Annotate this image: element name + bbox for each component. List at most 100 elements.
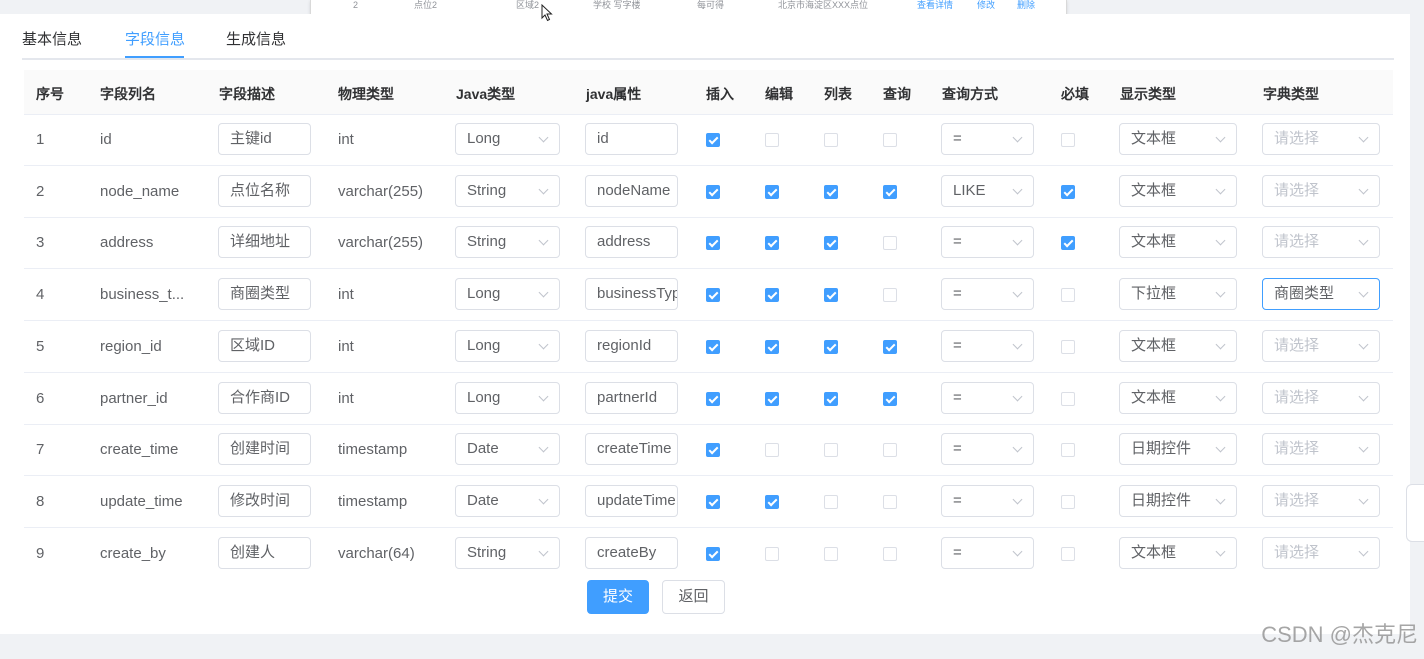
java-property-input[interactable]: regionId bbox=[585, 330, 678, 362]
insert-checkbox[interactable] bbox=[706, 392, 720, 406]
query-checkbox[interactable] bbox=[883, 392, 897, 406]
display-type-select[interactable]: 文本框 bbox=[1119, 330, 1237, 362]
field-description-input[interactable]: 主键id bbox=[218, 123, 311, 155]
display-type-select[interactable]: 文本框 bbox=[1119, 226, 1237, 258]
dict-type-select[interactable]: 请选择 bbox=[1262, 485, 1380, 517]
field-description-input[interactable]: 创建人 bbox=[218, 537, 311, 569]
java-type-select[interactable]: Long bbox=[455, 330, 560, 362]
query-checkbox[interactable] bbox=[883, 495, 897, 509]
required-checkbox[interactable] bbox=[1061, 547, 1075, 561]
preview-edit-link[interactable]: 修改 bbox=[977, 0, 995, 11]
query-checkbox[interactable] bbox=[883, 340, 897, 354]
query-mode-select[interactable]: = bbox=[941, 433, 1034, 465]
query-checkbox[interactable] bbox=[883, 185, 897, 199]
insert-checkbox[interactable] bbox=[706, 443, 720, 457]
side-drawer-handle[interactable] bbox=[1406, 484, 1424, 542]
tab-generate-info[interactable]: 生成信息 bbox=[226, 28, 286, 49]
insert-checkbox[interactable] bbox=[706, 495, 720, 509]
insert-checkbox[interactable] bbox=[706, 288, 720, 302]
dict-type-select[interactable]: 请选择 bbox=[1262, 175, 1380, 207]
query-mode-select[interactable]: = bbox=[941, 278, 1034, 310]
field-description-input[interactable]: 合作商ID bbox=[218, 382, 311, 414]
required-checkbox[interactable] bbox=[1061, 185, 1075, 199]
dict-type-select[interactable]: 请选择 bbox=[1262, 433, 1380, 465]
java-property-input[interactable]: createBy bbox=[585, 537, 678, 569]
java-type-select[interactable]: Long bbox=[455, 382, 560, 414]
edit-checkbox[interactable] bbox=[765, 495, 779, 509]
dict-type-select[interactable]: 请选择 bbox=[1262, 537, 1380, 569]
preview-view-link[interactable]: 查看详情 bbox=[917, 0, 953, 11]
java-type-select[interactable]: Long bbox=[455, 278, 560, 310]
query-checkbox[interactable] bbox=[883, 133, 897, 147]
list-checkbox[interactable] bbox=[824, 392, 838, 406]
edit-checkbox[interactable] bbox=[765, 185, 779, 199]
java-type-select[interactable]: String bbox=[455, 537, 560, 569]
query-checkbox[interactable] bbox=[883, 288, 897, 302]
query-mode-select[interactable]: = bbox=[941, 226, 1034, 258]
list-checkbox[interactable] bbox=[824, 185, 838, 199]
edit-checkbox[interactable] bbox=[765, 443, 779, 457]
query-mode-select[interactable]: = bbox=[941, 382, 1034, 414]
query-mode-select[interactable]: LIKE bbox=[941, 175, 1034, 207]
edit-checkbox[interactable] bbox=[765, 288, 779, 302]
java-type-select[interactable]: Long bbox=[455, 123, 560, 155]
java-type-select[interactable]: String bbox=[455, 226, 560, 258]
edit-checkbox[interactable] bbox=[765, 340, 779, 354]
java-property-input[interactable]: id bbox=[585, 123, 678, 155]
insert-checkbox[interactable] bbox=[706, 340, 720, 354]
display-type-select[interactable]: 日期控件 bbox=[1119, 433, 1237, 465]
field-description-input[interactable]: 区域ID bbox=[218, 330, 311, 362]
display-type-select[interactable]: 文本框 bbox=[1119, 382, 1237, 414]
insert-checkbox[interactable] bbox=[706, 133, 720, 147]
field-description-input[interactable]: 商圈类型 bbox=[218, 278, 311, 310]
list-checkbox[interactable] bbox=[824, 547, 838, 561]
required-checkbox[interactable] bbox=[1061, 443, 1075, 457]
java-property-input[interactable]: createTime bbox=[585, 433, 678, 465]
edit-checkbox[interactable] bbox=[765, 547, 779, 561]
dict-type-select[interactable]: 请选择 bbox=[1262, 382, 1380, 414]
java-property-input[interactable]: address bbox=[585, 226, 678, 258]
display-type-select[interactable]: 下拉框 bbox=[1119, 278, 1237, 310]
edit-checkbox[interactable] bbox=[765, 392, 779, 406]
java-type-select[interactable]: String bbox=[455, 175, 560, 207]
query-checkbox[interactable] bbox=[883, 547, 897, 561]
java-property-input[interactable]: partnerId bbox=[585, 382, 678, 414]
display-type-select[interactable]: 日期控件 bbox=[1119, 485, 1237, 517]
display-type-select[interactable]: 文本框 bbox=[1119, 175, 1237, 207]
java-property-input[interactable]: nodeName bbox=[585, 175, 678, 207]
query-checkbox[interactable] bbox=[883, 236, 897, 250]
query-mode-select[interactable]: = bbox=[941, 485, 1034, 517]
dict-type-select[interactable]: 请选择 bbox=[1262, 226, 1380, 258]
query-mode-select[interactable]: = bbox=[941, 330, 1034, 362]
query-mode-select[interactable]: = bbox=[941, 123, 1034, 155]
field-description-input[interactable]: 详细地址 bbox=[218, 226, 311, 258]
list-checkbox[interactable] bbox=[824, 340, 838, 354]
field-description-input[interactable]: 创建时间 bbox=[218, 433, 311, 465]
query-mode-select[interactable]: = bbox=[941, 537, 1034, 569]
required-checkbox[interactable] bbox=[1061, 340, 1075, 354]
dict-type-select[interactable]: 商圈类型 bbox=[1262, 278, 1380, 310]
display-type-select[interactable]: 文本框 bbox=[1119, 537, 1237, 569]
java-type-select[interactable]: Date bbox=[455, 485, 560, 517]
tab-field-info[interactable]: 字段信息 bbox=[125, 28, 185, 49]
field-description-input[interactable]: 修改时间 bbox=[218, 485, 311, 517]
edit-checkbox[interactable] bbox=[765, 133, 779, 147]
submit-button[interactable]: 提交 bbox=[587, 580, 649, 614]
dict-type-select[interactable]: 请选择 bbox=[1262, 123, 1380, 155]
preview-delete-link[interactable]: 删除 bbox=[1017, 0, 1035, 11]
insert-checkbox[interactable] bbox=[706, 236, 720, 250]
list-checkbox[interactable] bbox=[824, 288, 838, 302]
display-type-select[interactable]: 文本框 bbox=[1119, 123, 1237, 155]
java-type-select[interactable]: Date bbox=[455, 433, 560, 465]
list-checkbox[interactable] bbox=[824, 236, 838, 250]
edit-checkbox[interactable] bbox=[765, 236, 779, 250]
list-checkbox[interactable] bbox=[824, 133, 838, 147]
required-checkbox[interactable] bbox=[1061, 392, 1075, 406]
field-description-input[interactable]: 点位名称 bbox=[218, 175, 311, 207]
tab-basic-info[interactable]: 基本信息 bbox=[22, 28, 82, 49]
insert-checkbox[interactable] bbox=[706, 547, 720, 561]
query-checkbox[interactable] bbox=[883, 443, 897, 457]
list-checkbox[interactable] bbox=[824, 495, 838, 509]
required-checkbox[interactable] bbox=[1061, 133, 1075, 147]
required-checkbox[interactable] bbox=[1061, 288, 1075, 302]
